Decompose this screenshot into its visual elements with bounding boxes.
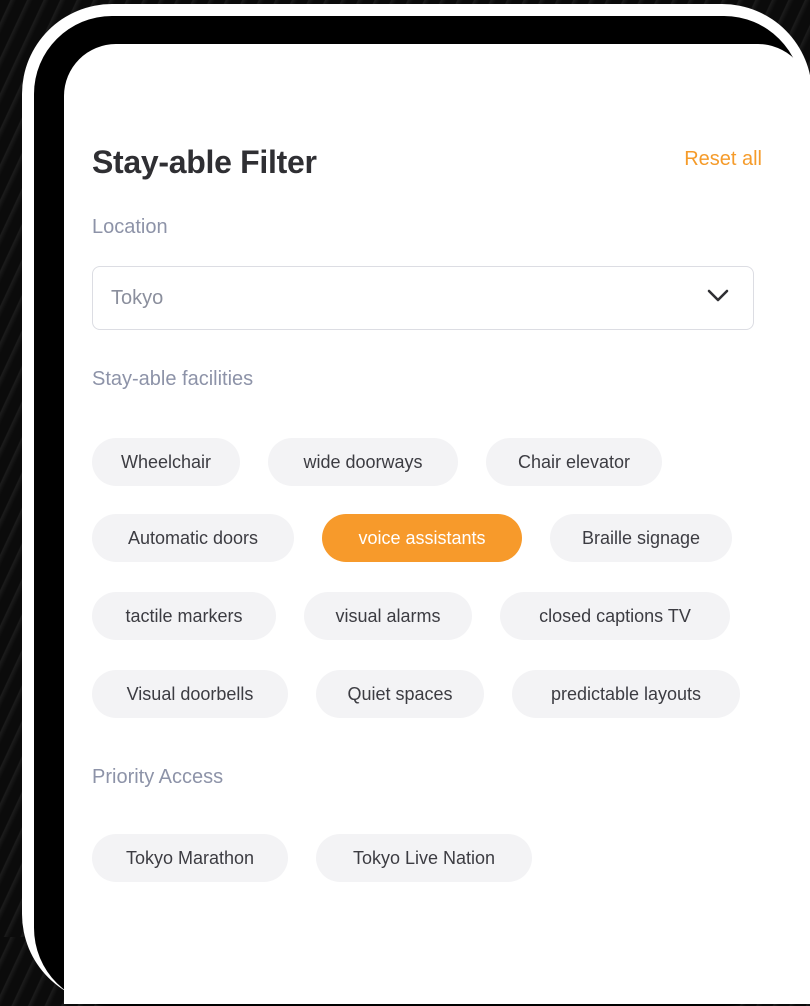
chip-visual-doorbells[interactable]: Visual doorbells: [92, 670, 288, 718]
facilities-label: Stay-able facilities: [92, 368, 254, 390]
chip-braille-signage[interactable]: Braille signage: [550, 514, 732, 562]
chip-tactile-markers[interactable]: tactile markers: [92, 592, 276, 640]
chip-quiet-spaces[interactable]: Quiet spaces: [316, 670, 484, 718]
chip-chair-elevator[interactable]: Chair elevator: [486, 438, 662, 486]
chip-tokyo-live-nation[interactable]: Tokyo Live Nation: [316, 834, 532, 882]
location-select[interactable]: Tokyo: [92, 266, 754, 330]
chip-visual-alarms[interactable]: visual alarms: [304, 592, 472, 640]
reset-all-button[interactable]: Reset all: [684, 148, 762, 171]
filter-screen: Stay-able Filter Reset all Location Toky…: [64, 44, 810, 1004]
chip-wide-doorways[interactable]: wide doorways: [268, 438, 458, 486]
location-label: Location: [92, 216, 168, 238]
chip-tokyo-marathon[interactable]: Tokyo Marathon: [92, 834, 288, 882]
chip-wheelchair[interactable]: Wheelchair: [92, 438, 240, 486]
chip-closed-captions-tv[interactable]: closed captions TV: [500, 592, 730, 640]
page-title: Stay-able Filter: [92, 144, 317, 180]
priority-access-label: Priority Access: [92, 766, 224, 788]
chip-automatic-doors[interactable]: Automatic doors: [92, 514, 294, 562]
chip-voice-assistants[interactable]: voice assistants: [322, 514, 522, 562]
chip-predictable-layouts[interactable]: predictable layouts: [512, 670, 740, 718]
chevron-down-icon: [707, 289, 729, 302]
location-select-value: Tokyo: [111, 287, 164, 309]
